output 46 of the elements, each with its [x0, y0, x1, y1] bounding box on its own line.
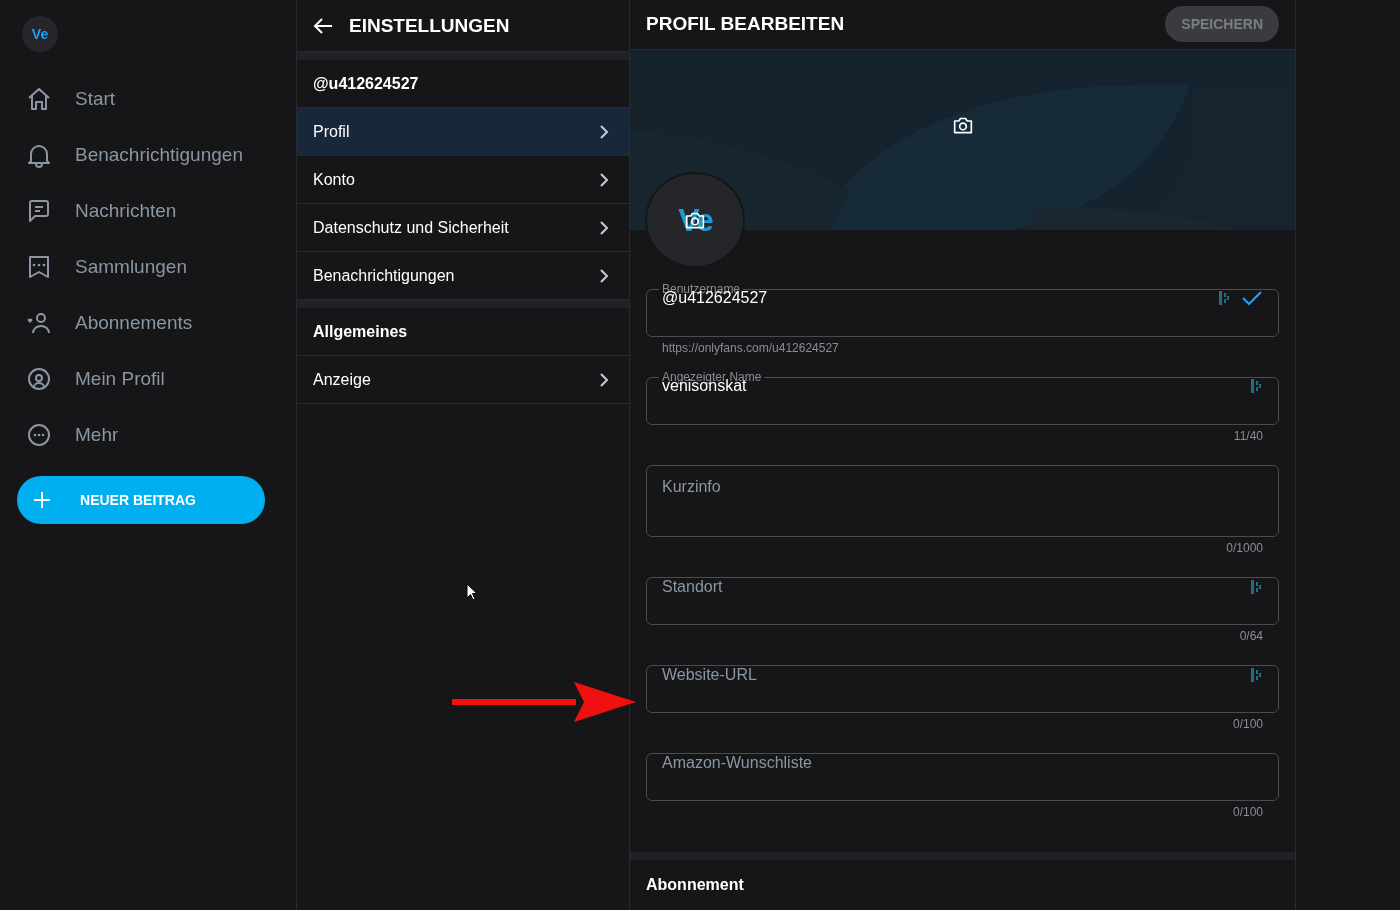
page-title: PROFIL BEARBEITEN: [646, 13, 845, 36]
text-field[interactable]: Amazon-Wunschliste: [646, 753, 1279, 802]
text-field[interactable]: Standort: [646, 577, 1279, 626]
assist-icon[interactable]: [1250, 579, 1262, 596]
chevron-icon: [599, 371, 609, 388]
input-field[interactable]: Standort: [662, 578, 1238, 597]
nav-item[interactable]: Start: [17, 71, 122, 127]
character-counter: 11/40: [1233, 429, 1263, 444]
assist-icon[interactable]: [1250, 378, 1262, 395]
back-arrow-icon[interactable]: [313, 16, 333, 35]
settings-title: EINSTELLUNGEN: [349, 14, 510, 37]
chevron-icon: [599, 123, 609, 140]
nav-item[interactable]: Nachrichten: [17, 183, 183, 239]
avatar[interactable]: Ve: [22, 16, 58, 52]
profile-circle-icon: [25, 365, 53, 393]
settings-item[interactable]: Konto: [297, 156, 629, 204]
character-counter: 0/64: [1239, 629, 1263, 644]
chevron-icon: [599, 219, 609, 236]
chevron-icon: [599, 171, 609, 188]
section-heading: @u412624527: [313, 74, 419, 93]
nav-item[interactable]: Abonnements: [17, 295, 199, 351]
text-field[interactable]: Website-URL: [646, 665, 1279, 714]
text-area[interactable]: Kurzinfo: [662, 478, 1262, 523]
input-field[interactable]: Website-URL: [662, 666, 1238, 685]
assist-icon[interactable]: [1250, 667, 1262, 684]
nav-item[interactable]: Mehr: [17, 407, 125, 463]
settings-item[interactable]: Anzeige: [297, 356, 629, 404]
section-heading: Abonnement: [646, 876, 744, 893]
chevron-icon: [599, 267, 609, 284]
text-area-field[interactable]: Kurzinfo: [646, 465, 1279, 538]
settings-item[interactable]: Profil: [297, 108, 629, 156]
character-counter: 0/100: [1232, 805, 1263, 820]
cursor-icon: [466, 583, 478, 601]
camera-icon[interactable]: [952, 115, 973, 135]
assist-icon[interactable]: [1218, 290, 1230, 307]
settings-item[interactable]: Datenschutz und Sicherheit: [297, 204, 629, 252]
nav-item[interactable]: Mein Profil: [17, 351, 171, 407]
more-icon: [25, 421, 53, 449]
profile-url: https://onlyfans.com/u412624527: [662, 341, 839, 356]
plus-icon: [33, 491, 51, 509]
nav-item[interactable]: Sammlungen: [17, 239, 193, 295]
nav-item[interactable]: Benachrichtigungen: [17, 127, 249, 183]
character-counter: 0/1000: [1226, 541, 1263, 556]
input-field[interactable]: Amazon-Wunschliste: [662, 754, 1262, 773]
section-heading: Allgemeines: [313, 322, 408, 341]
character-counter: 0/100: [1232, 717, 1263, 732]
